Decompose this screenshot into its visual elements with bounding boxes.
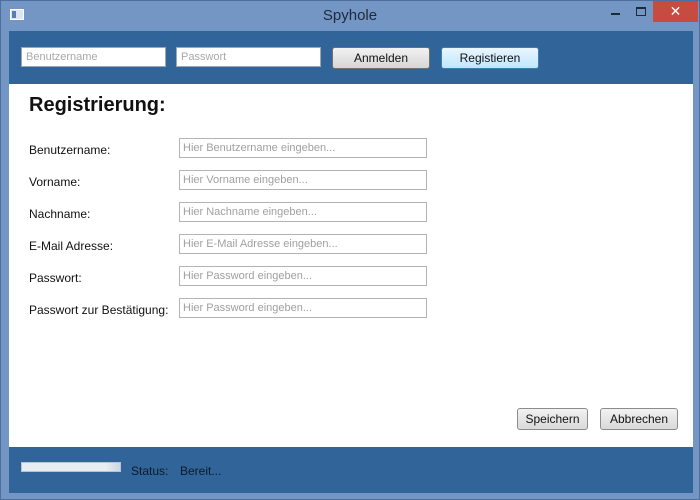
login-toolbar: Anmelden Registieren bbox=[9, 31, 693, 84]
status-text: Bereit... bbox=[180, 464, 222, 478]
lastname-label: Nachname: bbox=[29, 207, 91, 221]
registration-panel: Registrierung: Benutzername: Vorname: Na… bbox=[9, 84, 693, 447]
status-bar: Status: Bereit... bbox=[9, 447, 693, 493]
password-confirm-label: Passwort zur Bestätigung: bbox=[29, 303, 169, 317]
close-icon: ✕ bbox=[669, 3, 682, 19]
save-button[interactable]: Speichern bbox=[517, 408, 588, 430]
minimize-button[interactable] bbox=[602, 1, 628, 22]
password-login-input[interactable] bbox=[176, 47, 321, 67]
firstname-label: Vorname: bbox=[29, 175, 81, 189]
firstname-field[interactable] bbox=[179, 170, 427, 190]
progress-bar bbox=[21, 462, 121, 472]
email-field[interactable] bbox=[179, 234, 427, 254]
password-field[interactable] bbox=[179, 266, 427, 286]
email-label: E-Mail Adresse: bbox=[29, 239, 114, 253]
maximize-button[interactable] bbox=[628, 1, 654, 22]
username-login-input[interactable] bbox=[21, 47, 166, 67]
password-label: Passwort: bbox=[29, 271, 82, 285]
password-confirm-field[interactable] bbox=[179, 298, 427, 318]
cancel-button[interactable]: Abbrechen bbox=[600, 408, 678, 430]
window-title: Spyhole bbox=[322, 7, 378, 24]
register-button[interactable]: Registieren bbox=[441, 47, 539, 69]
username-label: Benutzername: bbox=[29, 143, 111, 157]
maximize-icon bbox=[636, 7, 646, 17]
app-window: Spyhole ✕ Anmelden Registieren Registrie… bbox=[0, 0, 700, 500]
page-title: Registrierung: bbox=[29, 94, 166, 116]
minimize-icon bbox=[610, 12, 620, 15]
status-label: Status: bbox=[131, 464, 169, 478]
close-button[interactable]: ✕ bbox=[653, 1, 698, 22]
title-bar[interactable]: Spyhole ✕ bbox=[1, 1, 699, 31]
login-button[interactable]: Anmelden bbox=[332, 47, 430, 69]
lastname-field[interactable] bbox=[179, 202, 427, 222]
username-field[interactable] bbox=[179, 138, 427, 158]
